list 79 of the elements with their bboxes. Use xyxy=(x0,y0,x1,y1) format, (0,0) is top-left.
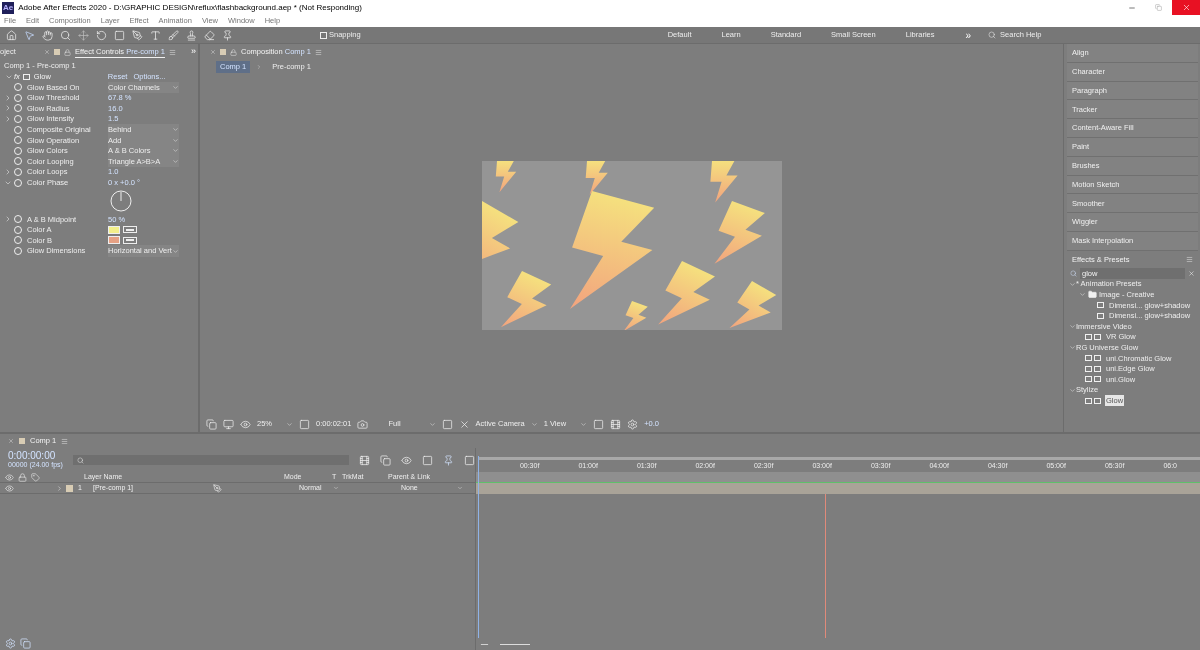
camera-icon[interactable] xyxy=(357,418,369,430)
search-icon[interactable] xyxy=(988,31,997,39)
eyedropper-icon[interactable] xyxy=(123,236,137,244)
brush-tool-icon[interactable] xyxy=(168,29,179,41)
search-icon xyxy=(1070,269,1077,277)
chevron-icon[interactable] xyxy=(428,420,436,428)
eye-icon[interactable] xyxy=(240,418,251,430)
effect-icon xyxy=(22,73,30,80)
selection-tool-icon[interactable] xyxy=(24,29,35,41)
layer-color-label xyxy=(66,484,73,492)
eyedropper-icon[interactable] xyxy=(123,226,137,234)
menu-icon[interactable] xyxy=(61,437,69,445)
work-area-bar[interactable] xyxy=(475,472,1200,483)
color-swatch[interactable] xyxy=(108,225,120,234)
pen-icon[interactable] xyxy=(213,483,222,493)
chevron-icon[interactable] xyxy=(580,420,588,428)
film-icon[interactable] xyxy=(358,454,370,466)
copy-icon[interactable] xyxy=(206,418,217,430)
restore-icon[interactable] xyxy=(1155,4,1162,11)
eye-icon[interactable] xyxy=(400,454,412,466)
pin-icon[interactable] xyxy=(442,454,454,466)
copy-icon[interactable] xyxy=(20,638,31,649)
move-icon[interactable] xyxy=(78,29,89,41)
monitor-icon[interactable] xyxy=(223,418,234,430)
stamp-tool-icon[interactable] xyxy=(186,29,197,41)
eye-icon xyxy=(5,472,14,482)
close-button[interactable] xyxy=(1172,0,1200,15)
hand-tool-icon[interactable] xyxy=(42,29,53,41)
eraser-tool-icon[interactable] xyxy=(204,29,215,41)
panel-color-label xyxy=(220,49,226,55)
pin-tool-icon[interactable] xyxy=(222,29,233,41)
chevron-icon[interactable] xyxy=(172,247,179,255)
panel-color-label xyxy=(54,49,60,55)
cross-icon[interactable] xyxy=(458,418,470,430)
panel-color-label xyxy=(19,438,25,444)
close-icon[interactable] xyxy=(8,438,14,444)
copy-icon[interactable] xyxy=(379,454,391,466)
film-icon[interactable] xyxy=(610,418,622,430)
lock-icon[interactable] xyxy=(230,48,237,56)
lock-icon xyxy=(18,472,27,482)
chevron-icon[interactable] xyxy=(457,485,463,491)
pen-tool-icon[interactable] xyxy=(132,29,143,41)
close-icon[interactable] xyxy=(210,49,216,55)
folder-icon xyxy=(1088,290,1097,300)
layer-search-field[interactable] xyxy=(72,455,349,465)
color-swatch[interactable] xyxy=(108,236,120,245)
close-icon[interactable] xyxy=(44,49,50,55)
settings-icon[interactable] xyxy=(5,638,16,649)
toggle-icon[interactable] xyxy=(593,418,605,430)
clear-icon[interactable] xyxy=(1188,269,1195,277)
chevron-icon[interactable] xyxy=(530,420,538,428)
chevron-icon[interactable] xyxy=(333,485,339,491)
close-icon[interactable] xyxy=(1181,3,1191,12)
grid-icon[interactable] xyxy=(299,418,310,430)
type-tool-icon[interactable] xyxy=(150,29,161,41)
rotate-tool-icon[interactable] xyxy=(96,29,107,41)
chevron-icon[interactable] xyxy=(286,420,293,428)
separator-icon xyxy=(256,64,263,70)
menu-icon[interactable] xyxy=(315,48,323,56)
square-icon[interactable] xyxy=(421,454,433,466)
rectangle-tool-icon[interactable] xyxy=(114,29,125,41)
tag-icon xyxy=(31,472,40,482)
search-icon xyxy=(76,456,84,464)
lock-icon[interactable] xyxy=(64,48,71,56)
window-title: Adobe After Effects 2020 - D:\GRAPHIC DESIGN\reflux\flashbackground.aep * (Not Responding) xyxy=(18,1,362,14)
settings-icon[interactable] xyxy=(627,418,639,430)
menu-icon[interactable] xyxy=(1186,255,1193,263)
more-workspaces-button[interactable]: » xyxy=(965,27,972,43)
region-icon[interactable] xyxy=(441,418,453,430)
current-timecode[interactable]: 0:00:00:00 xyxy=(8,451,63,460)
panel-more-button[interactable]: » xyxy=(191,45,196,59)
chevron-icon[interactable] xyxy=(172,83,179,91)
eye-icon[interactable] xyxy=(5,483,14,493)
menu-icon[interactable] xyxy=(168,48,176,56)
angle-dial[interactable] xyxy=(110,189,132,212)
zoom-tool-icon[interactable] xyxy=(60,29,71,41)
home-icon[interactable] xyxy=(6,29,17,41)
square-icon[interactable] xyxy=(463,454,475,466)
app-logo: Ae xyxy=(2,1,15,14)
